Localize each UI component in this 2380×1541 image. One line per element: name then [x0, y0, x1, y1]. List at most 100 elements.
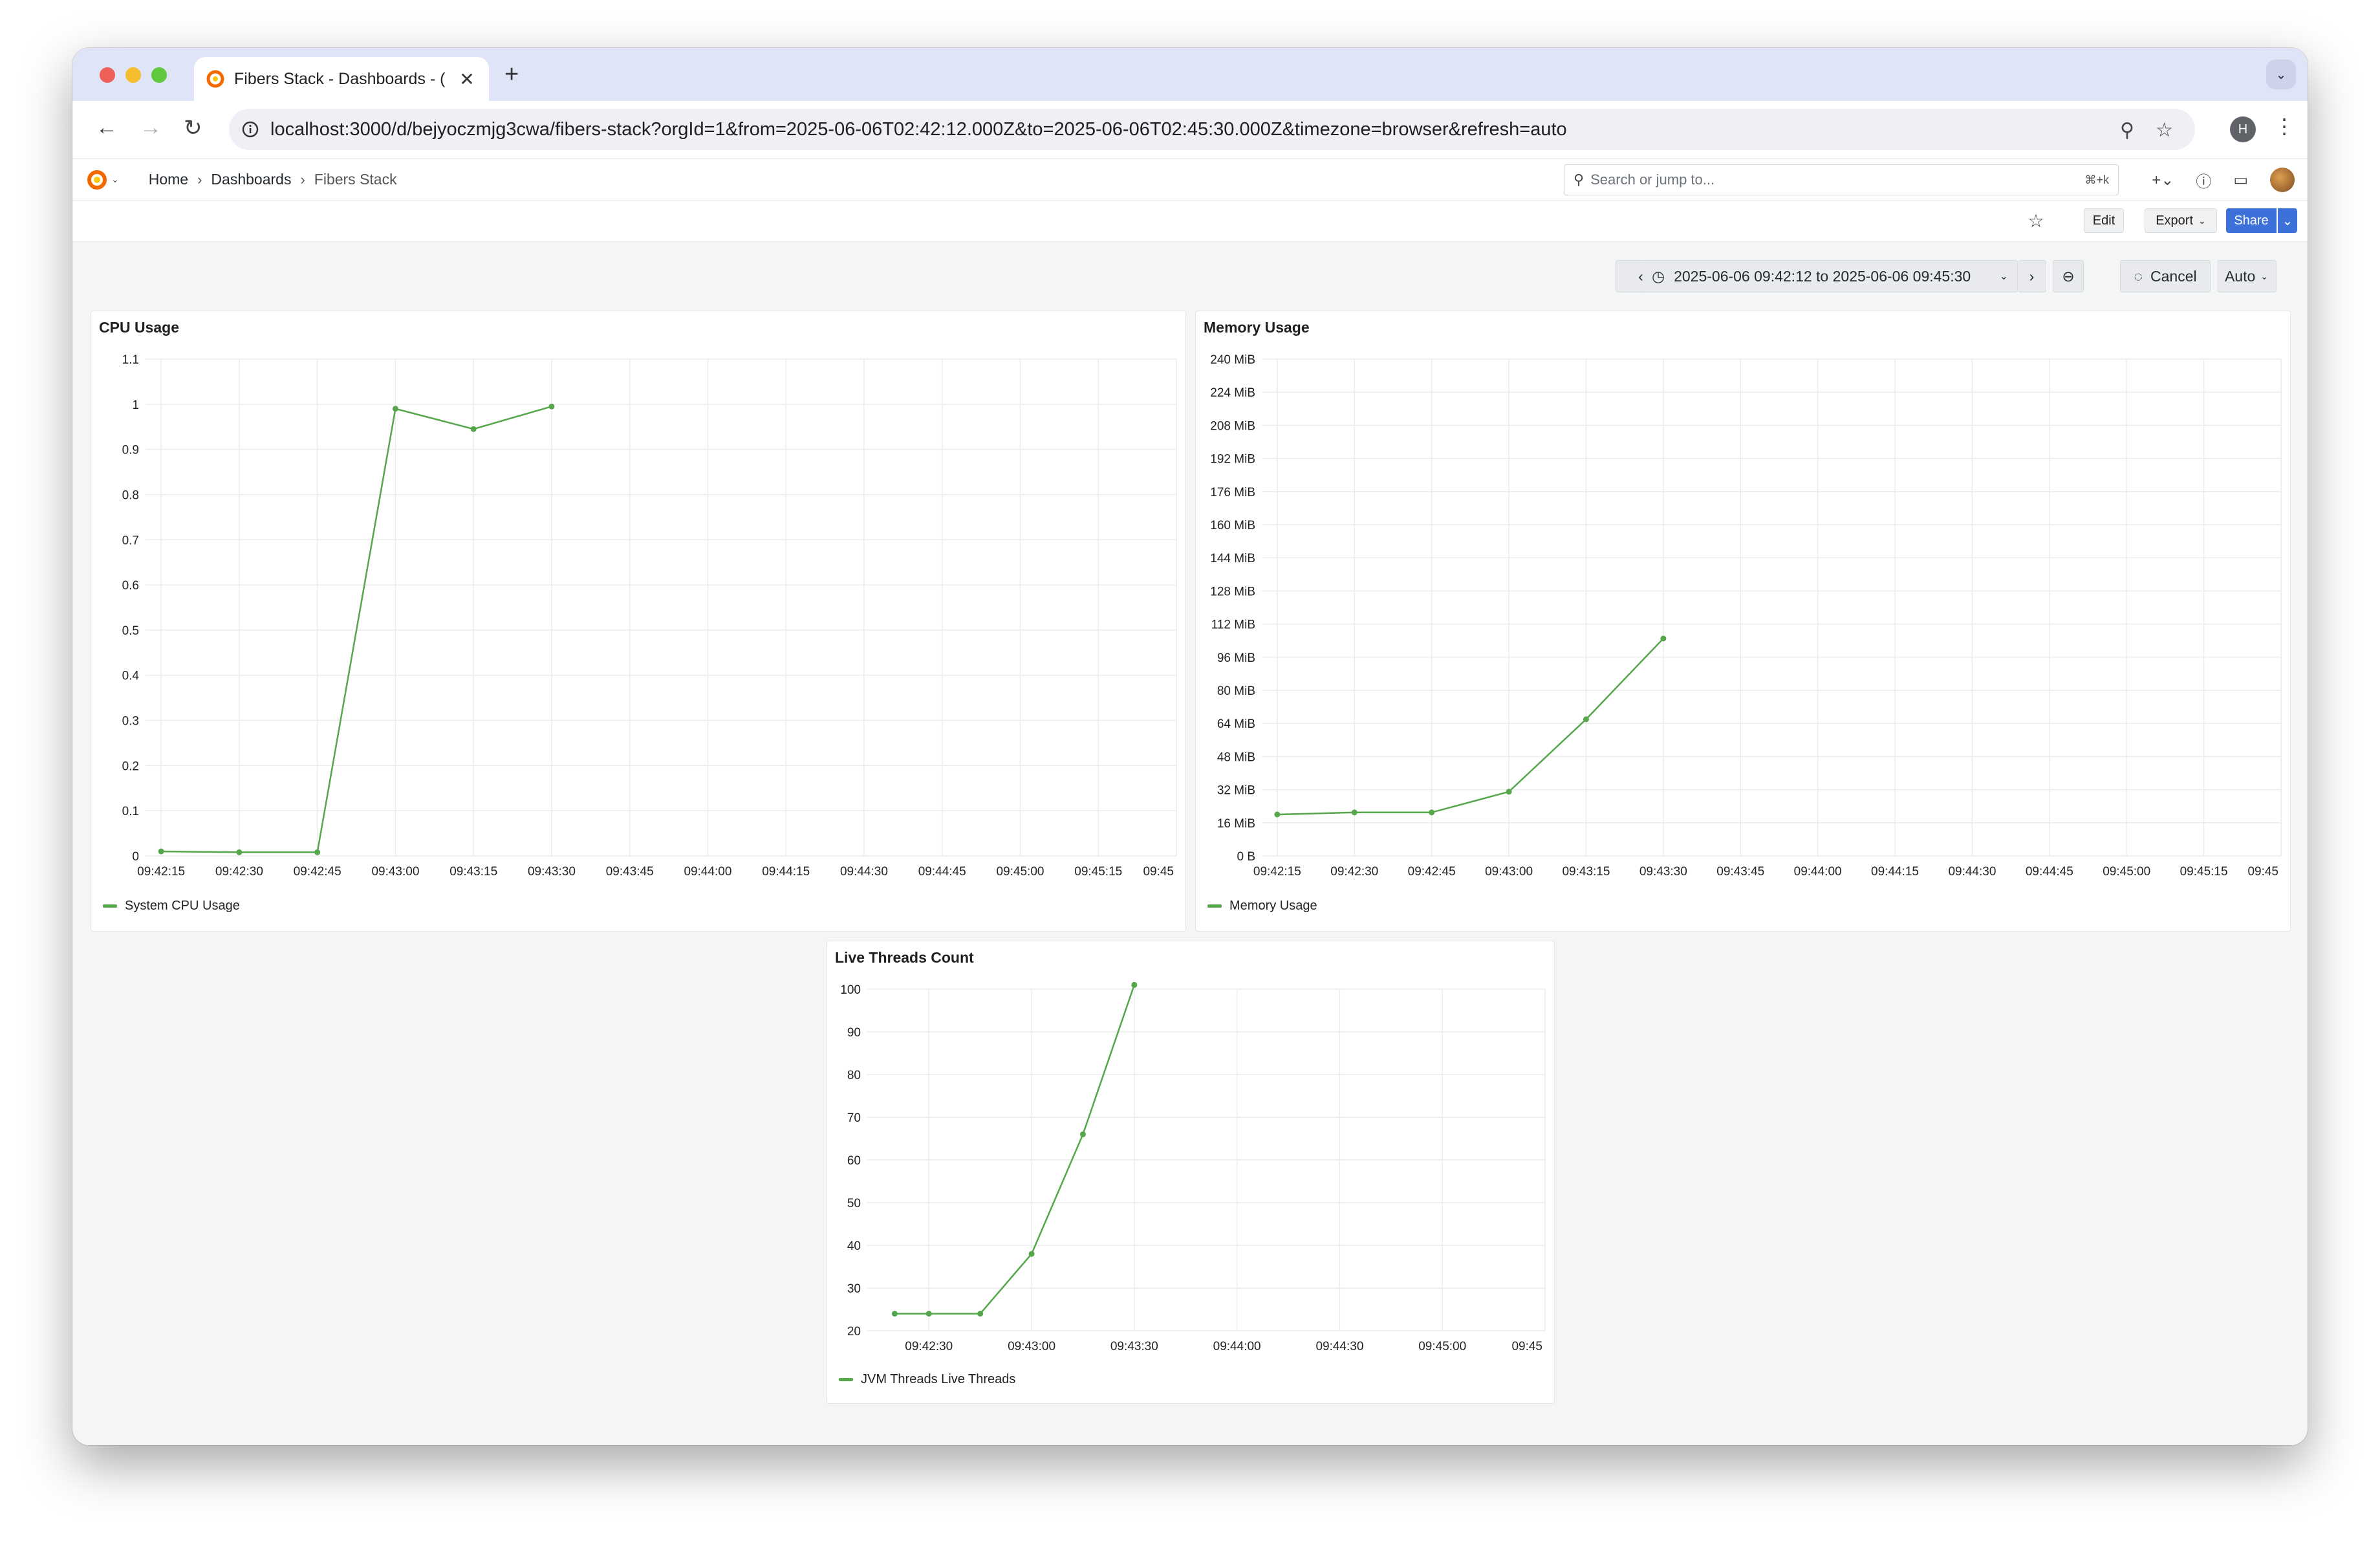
minimize-window-button[interactable] [125, 67, 141, 83]
cancel-label: Cancel [2150, 267, 2197, 285]
y-tick-label: 100 [840, 983, 861, 997]
series-line [1277, 638, 1664, 816]
close-tab-icon[interactable]: ✕ [457, 69, 477, 90]
forward-icon[interactable]: → [140, 115, 162, 140]
x-tick-label: 09:44:45 [2026, 865, 2073, 879]
logo-chevron-icon[interactable]: ⌄ [111, 174, 119, 185]
y-tick-label: 1.1 [122, 353, 139, 367]
x-tick-label: 09:43:30 [528, 865, 576, 879]
panel-title: Memory Usage [1204, 319, 1310, 336]
zoom-icon[interactable]: ⚲ [2120, 119, 2134, 142]
legend-label: JVM Threads Live Threads [861, 1372, 1016, 1386]
x-tick-label: 09:42:30 [905, 1340, 953, 1353]
news-icon[interactable]: ▭ [2233, 171, 2248, 190]
y-tick-label: 0.8 [122, 488, 139, 502]
y-tick-label: 96 MiB [1217, 651, 1255, 665]
data-point [470, 426, 477, 432]
legend-item[interactable]: Memory Usage [1207, 899, 1317, 913]
chevron-down-icon: ⌄ [2260, 270, 2269, 281]
panel-title: CPU Usage [99, 319, 179, 336]
breadcrumb-home[interactable]: Home [149, 171, 188, 188]
edit-button[interactable]: Edit [2084, 208, 2124, 233]
mark-favorite-icon[interactable]: ☆ [2023, 208, 2049, 233]
dashboard-actions: ☆ Edit Export ⌄ Share ⌄ [72, 201, 2308, 242]
breadcrumb-dashboards[interactable]: Dashboards [211, 171, 291, 188]
y-tick-label: 0.5 [122, 624, 139, 638]
data-point [1583, 716, 1589, 723]
breadcrumb-current: Fibers Stack [314, 171, 397, 188]
site-info-icon[interactable] [242, 121, 259, 138]
x-tick-label: 09:43:00 [1008, 1340, 1055, 1353]
y-tick-label: 0.1 [122, 805, 139, 818]
close-window-button[interactable] [100, 67, 115, 83]
legend-item[interactable]: System CPU Usage [103, 899, 240, 913]
new-tab-icon[interactable]: + [504, 61, 519, 89]
y-tick-label: 224 MiB [1210, 386, 1255, 400]
y-tick-label: 40 [847, 1240, 861, 1253]
cancel-refresh-button[interactable]: ◌ Cancel [2120, 260, 2211, 292]
search-input[interactable]: ⚲ Search or jump to... ⌘+k [1564, 164, 2119, 195]
x-tick-label: 09:45 [1143, 865, 1174, 879]
data-point [1079, 1131, 1086, 1137]
series-line [161, 406, 552, 853]
x-tick-label: 09:44:30 [840, 865, 888, 879]
maximize-window-button[interactable] [151, 67, 167, 83]
share-menu-chevron-icon[interactable]: ⌄ [2278, 208, 2297, 233]
tab-search-icon[interactable]: ⌄ [2266, 60, 2296, 89]
data-point [314, 849, 321, 855]
y-tick-label: 80 MiB [1217, 684, 1255, 698]
panel-live-threads-count[interactable]: Live Threads Count 20 30 40 50 60 70 80 90 100 09… [827, 941, 1555, 1404]
back-icon[interactable]: ← [96, 115, 118, 140]
x-tick-label: 09:44:00 [684, 865, 731, 879]
legend-swatch [839, 1378, 853, 1381]
y-tick-label: 70 [847, 1111, 861, 1125]
bookmark-star-icon[interactable]: ☆ [2156, 119, 2173, 142]
y-tick-label: 90 [847, 1026, 861, 1040]
x-tick-label: 09:45:00 [2103, 865, 2150, 879]
x-tick-label: 09:42:45 [294, 865, 341, 879]
address-bar[interactable]: localhost:3000/d/bejyoczmjg3cwa/fibers-s… [229, 109, 2195, 150]
time-shift-forward-icon[interactable]: › [2018, 260, 2046, 292]
browser-menu-icon[interactable]: ⋮ [2274, 114, 2295, 138]
zoom-out-icon[interactable]: ⊖ [2053, 260, 2084, 292]
clock-icon: ◷ [1652, 267, 1665, 285]
x-tick-label: 09:43:00 [371, 865, 419, 879]
x-tick-label: 09:45:00 [1418, 1340, 1466, 1353]
reload-icon[interactable]: ↻ [184, 115, 202, 141]
y-tick-label: 16 MiB [1217, 817, 1255, 831]
live-threads-chart[interactable]: 20 30 40 50 60 70 80 90 100 09:42:30 09:43:00 09:43… [827, 980, 1555, 1355]
grafana-logo-icon[interactable] [85, 168, 109, 191]
y-tick-label: 30 [847, 1282, 861, 1296]
add-icon[interactable]: +⌄ [2152, 171, 2174, 190]
share-button[interactable]: Share [2226, 208, 2277, 233]
x-tick-label: 09:44:15 [1871, 865, 1919, 879]
help-icon[interactable]: ⓘ [2196, 169, 2211, 191]
breadcrumb: Home › Dashboards › Fibers Stack [149, 171, 397, 188]
data-point [1274, 811, 1281, 818]
legend-item[interactable]: JVM Threads Live Threads [839, 1372, 1015, 1387]
cpu-usage-chart[interactable]: 0 0.1 0.2 0.3 0.4 0.5 0.6 0.7 0.8 0.9 1 1.1 09:42:15… [91, 350, 1187, 880]
y-tick-label: 0.9 [122, 444, 139, 457]
y-tick-label: 0 B [1237, 850, 1255, 864]
y-tick-label: 50 [847, 1197, 861, 1210]
y-tick-label: 20 [847, 1325, 861, 1339]
y-tick-label: 0.2 [122, 760, 139, 773]
y-tick-label: 176 MiB [1210, 486, 1255, 499]
export-button[interactable]: Export ⌄ [2145, 208, 2217, 233]
user-avatar[interactable] [2270, 168, 2295, 192]
refresh-interval-picker[interactable]: Auto ⌄ [2217, 260, 2277, 292]
x-tick-label: 09:43:00 [1485, 865, 1533, 879]
profile-avatar[interactable]: H [2230, 116, 2256, 142]
y-tick-label: 48 MiB [1217, 750, 1255, 764]
panel-cpu-usage[interactable]: CPU Usage 0 0.1 0.2 0.3 0.4 0.5 0.6 0.7 0.8 0.9 1 1… [91, 311, 1186, 932]
data-point [925, 1311, 932, 1317]
y-tick-label: 0 [132, 850, 139, 864]
legend-label: Memory Usage [1229, 899, 1317, 913]
data-point [548, 403, 555, 410]
time-picker[interactable]: ◷ 2025-06-06 09:42:12 to 2025-06-06 09:4… [1643, 260, 2018, 292]
memory-usage-chart[interactable]: 0 B 16 MiB 32 MiB 48 MiB 64 MiB 80 MiB 96 MiB 1… [1196, 350, 2291, 880]
panel-memory-usage[interactable]: Memory Usage 0 B 16 MiB 32 MiB 48 MiB 64 MiB… [1195, 311, 2291, 932]
data-point [236, 849, 243, 855]
panel-title: Live Threads Count [835, 949, 974, 966]
browser-tab[interactable]: Fibers Stack - Dashboards - ( ✕ [194, 57, 489, 101]
